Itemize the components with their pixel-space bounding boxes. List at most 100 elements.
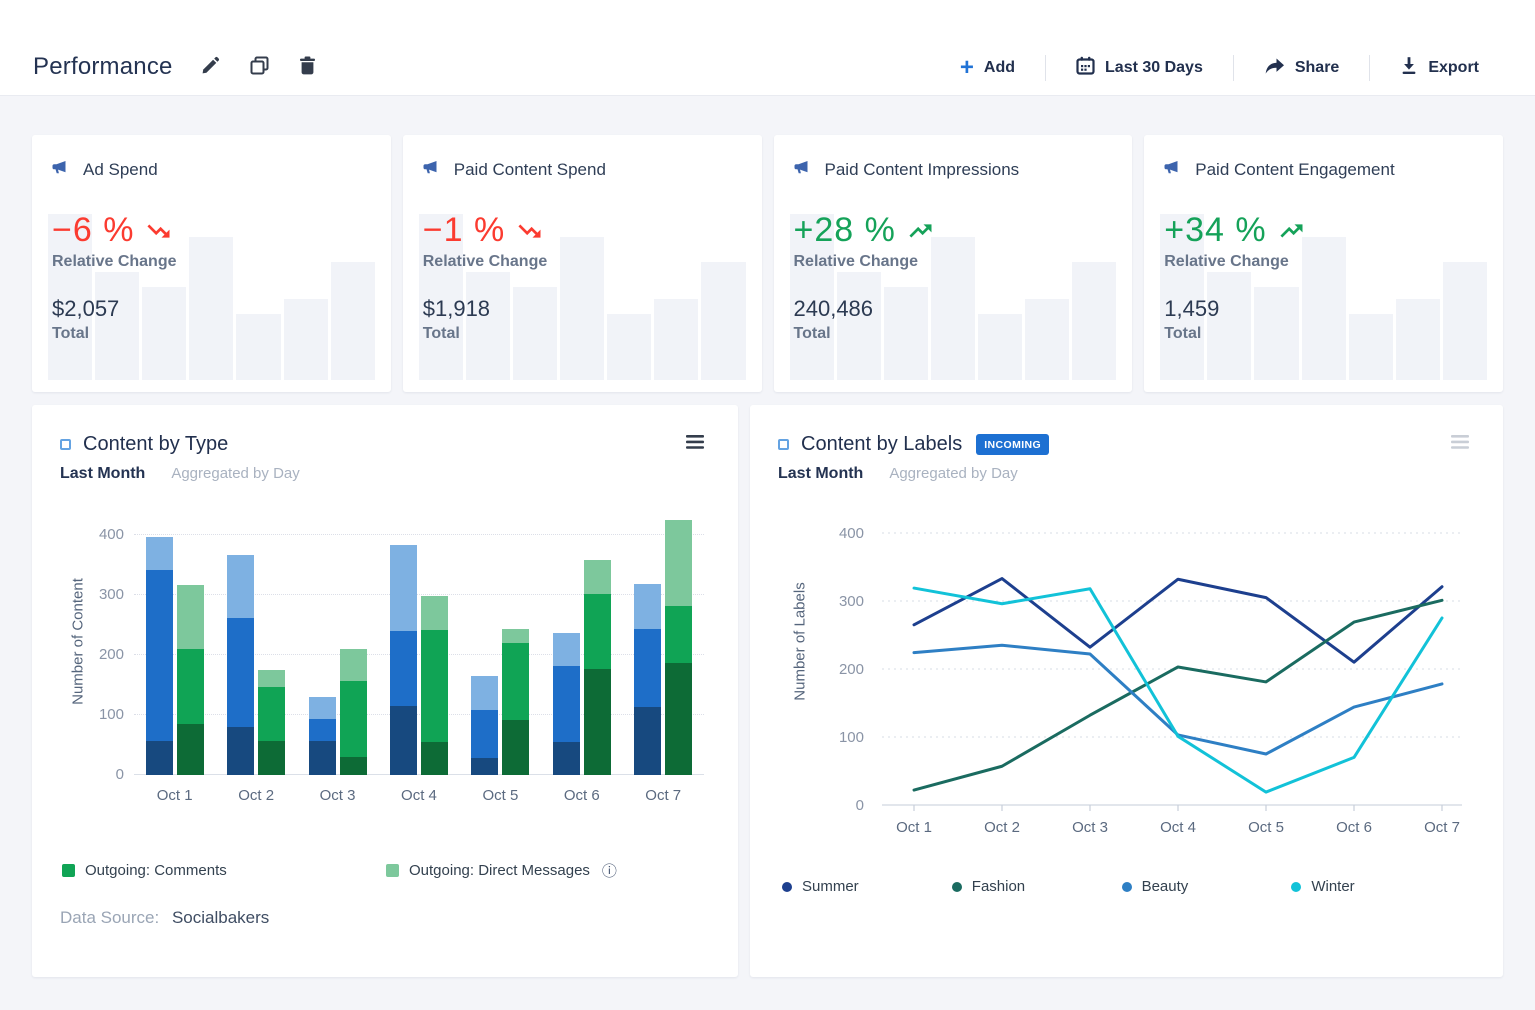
legend-label: Fashion: [971, 878, 1026, 895]
chart-title: Content by Labels: [801, 432, 963, 455]
kpi-change-value: +28 %: [794, 211, 935, 250]
legend-item-beauty[interactable]: Beauty: [1121, 878, 1292, 895]
legend-label: Summer: [802, 878, 859, 895]
bar-segment: [339, 649, 367, 681]
sparkline-bar: [189, 237, 234, 380]
bar-segment: [258, 670, 286, 688]
legend-dot: [1291, 881, 1302, 892]
x-tick-label: Oct 1: [156, 787, 193, 804]
legend-item[interactable]: Outgoing: Direct Messages ⓘ: [386, 860, 710, 881]
bar-group-oct-3: [308, 649, 367, 775]
sparkline-bar: [1301, 237, 1346, 380]
edit-title-button[interactable]: [199, 54, 222, 80]
delete-button[interactable]: [297, 54, 318, 80]
bar-segment: [339, 757, 367, 775]
bar-segment: [552, 742, 580, 775]
duplicate-button[interactable]: [248, 54, 271, 80]
legend-item-summer[interactable]: Summer: [782, 878, 952, 895]
sparkline-bar: [930, 237, 975, 380]
bar-segment: [258, 687, 286, 741]
data-source-label: Data Source:: [60, 908, 160, 927]
toolbar-divider: [1369, 55, 1371, 81]
bar-segment: [420, 595, 448, 631]
bar-segment: [665, 520, 693, 607]
bar-group-oct-4: [389, 545, 448, 775]
bar-segment: [176, 584, 204, 649]
widget-menu-button[interactable]: [682, 431, 710, 457]
blue-stack: [227, 554, 255, 775]
x-tick-label: Oct 4: [1160, 819, 1196, 836]
line-series-fashion: [912, 598, 1444, 792]
sparkline-bar: [330, 262, 375, 380]
sparkline-bar: [654, 298, 699, 380]
bar-segment: [471, 676, 499, 710]
bar-segment: [420, 630, 448, 742]
sparkline-bar: [701, 262, 746, 380]
green-stack: [339, 649, 367, 775]
kpi-change-value: −6 %: [52, 211, 176, 250]
share-label: Share: [1294, 59, 1340, 76]
legend-label: Beauty: [1141, 878, 1189, 895]
content-by-labels-chart: Number of Labels 0 100 200 300 400 Oct 1 Oct 2…: [778, 505, 1475, 850]
bar-segment: [471, 758, 499, 775]
hamburger-icon: [1451, 435, 1471, 453]
legend-item-winter[interactable]: Winter: [1291, 878, 1461, 895]
widget-menu-button[interactable]: [1447, 431, 1475, 457]
share-button[interactable]: Share: [1264, 57, 1339, 80]
widget-checkbox-icon[interactable]: [778, 438, 789, 450]
trend-down-icon: [146, 211, 173, 250]
kpi-total-label: Total: [52, 325, 90, 342]
info-icon[interactable]: ⓘ: [602, 860, 617, 881]
x-tick-label: Oct 3: [319, 787, 356, 804]
kpi-title: Ad Spend: [83, 159, 158, 179]
y-tick-label: 200: [98, 646, 124, 663]
date-range-button[interactable]: Last 30 Days: [1076, 56, 1203, 80]
megaphone-icon: [1163, 159, 1180, 180]
x-tick-label: Oct 3: [1072, 819, 1108, 836]
bar-segment: [227, 727, 255, 775]
page-title: Performance: [33, 53, 173, 80]
content-by-labels-card: Content by Labels INCOMING Last Month Ag…: [750, 405, 1503, 977]
legend-item[interactable]: Outgoing: Comments: [62, 860, 386, 881]
bar-segment: [389, 545, 417, 631]
kpi-card-paid-content-spend: Paid Content Spend −1 % Relative Change …: [402, 135, 762, 392]
kpi-total-value: $2,057: [52, 296, 120, 321]
chart-period: Last Month: [60, 465, 146, 482]
data-source-value: Socialbakers: [171, 908, 270, 927]
export-label: Export: [1428, 59, 1479, 76]
x-tick-label: Oct 4: [401, 787, 437, 804]
bar-chart-legend: Outgoing: Comments Outgoing: Direct Messa…: [60, 860, 710, 881]
add-button[interactable]: + Add: [960, 56, 1015, 80]
y-tick-label: 0: [856, 797, 864, 814]
legend-dot: [951, 881, 962, 892]
y-axis-title: Number of Content: [69, 578, 87, 705]
y-tick-label: 400: [98, 526, 124, 543]
widget-checkbox-icon[interactable]: [60, 438, 71, 450]
bar-segment: [583, 559, 611, 594]
kpi-change-label: Relative Change: [1164, 253, 1289, 270]
bar-segment: [665, 606, 693, 664]
kpi-card-paid-content-engagement: Paid Content Engagement +34 % Relative C…: [1144, 135, 1503, 392]
bar-segment: [634, 707, 662, 775]
kpi-card-paid-content-impressions: Paid Content Impressions +28 % Relative …: [773, 135, 1133, 392]
trend-up-icon: [908, 211, 935, 250]
kpi-card-ad-spend: Ad Spend −6 % Relative Change $2,057 Tot…: [32, 135, 391, 392]
line-chart-legend: Summer Fashion Beauty Winter: [778, 878, 1475, 895]
kpi-change-label: Relative Change: [793, 253, 918, 270]
x-tick-label: Oct 6: [1336, 819, 1372, 836]
copy-icon: [250, 56, 269, 78]
sparkline-bar: [560, 237, 605, 380]
green-stack: [665, 520, 693, 775]
kpi-change-label: Relative Change: [422, 253, 548, 270]
y-tick-label: 300: [839, 593, 864, 610]
export-button[interactable]: Export: [1400, 56, 1479, 80]
y-axis-title: Number of Labels: [791, 582, 809, 701]
legend-item-fashion[interactable]: Fashion: [951, 878, 1122, 895]
content-by-type-chart: Number of Content 0 100 200 300 400 Oct 1 Oct…: [60, 513, 710, 804]
toolbar-divider: [1045, 55, 1047, 81]
bar-segment: [583, 593, 611, 669]
legend-dot: [1121, 881, 1132, 892]
trash-icon: [299, 56, 316, 78]
green-stack: [502, 629, 530, 775]
x-tick-label: Oct 1: [896, 819, 932, 836]
